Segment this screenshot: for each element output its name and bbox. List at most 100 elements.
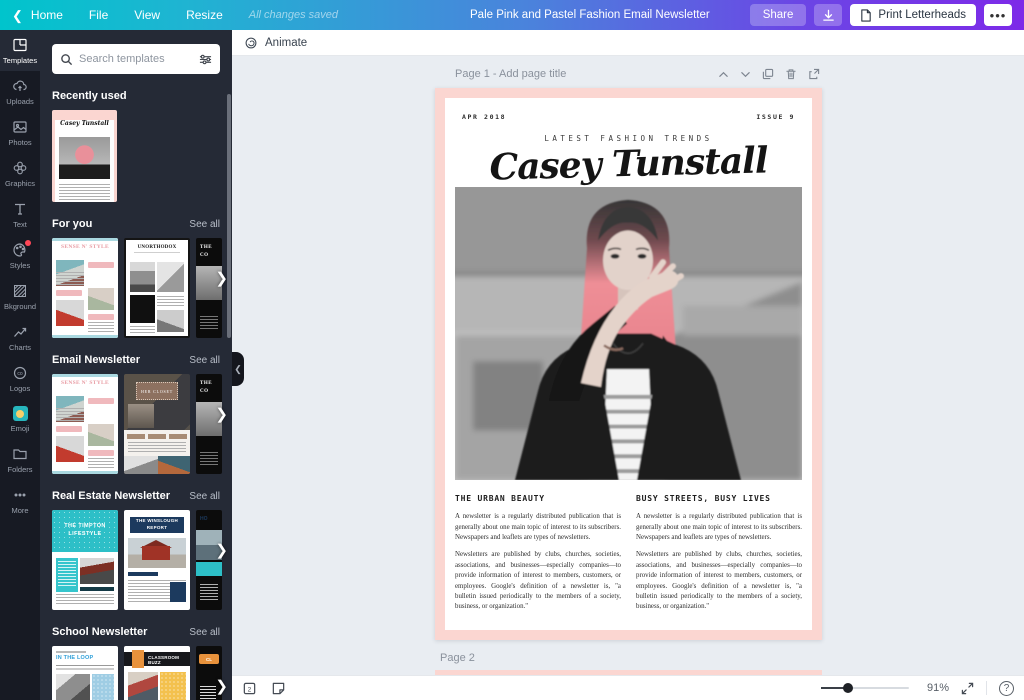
sidebar-item-text[interactable]: Text: [0, 194, 40, 235]
design-canvas[interactable]: Page 1 - Add page title APR 2018 ISSUE 9…: [232, 56, 1024, 675]
template-thumbnail-in-the-loop[interactable]: IN THE LOOP: [52, 646, 118, 700]
carousel-next-icon[interactable]: ❯: [215, 541, 228, 559]
add-page-icon[interactable]: [808, 68, 820, 80]
back-chevron-icon: ❮: [12, 9, 23, 22]
page1-design[interactable]: APR 2018 ISSUE 9 LATEST FASHION TRENDS C…: [435, 88, 822, 640]
section-school-newsletter: School Newsletter See all IN THE LOOP CL…: [40, 626, 232, 700]
newsletter-article-right[interactable]: BUSY STREETS, BUSY LIVES A newsletter is…: [636, 494, 802, 619]
section-email-newsletter: Email Newsletter See all SENSE N' STYLE …: [40, 354, 232, 474]
section-title: Real Estate Newsletter: [52, 490, 170, 502]
article-heading: BUSY STREETS, BUSY LIVES: [636, 494, 802, 503]
thumb-title: UNORTHODOX: [126, 245, 188, 250]
template-thumbnail-unorthodox[interactable]: UNORTHODOX: [124, 238, 190, 338]
see-all-link[interactable]: See all: [189, 219, 220, 230]
thumb-title: THE CO: [200, 380, 222, 396]
rail-label: Charts: [9, 343, 31, 352]
help-button[interactable]: ?: [999, 681, 1014, 696]
sidebar-item-folders[interactable]: Folders: [0, 439, 40, 480]
menu-view[interactable]: View: [134, 8, 160, 22]
home-label: Home: [31, 8, 63, 22]
carousel-next-icon[interactable]: ❯: [215, 269, 228, 287]
move-page-up-icon[interactable]: [718, 69, 729, 80]
object-panel-rail: Templates Uploads Photos Graphics Text S…: [0, 30, 40, 700]
template-thumbnail-the-co[interactable]: THE CO: [196, 374, 222, 474]
download-button[interactable]: [814, 4, 842, 26]
template-thumbnail-casey-tunstall[interactable]: Casey Tunstall: [52, 110, 117, 202]
sidebar-item-logos[interactable]: co Logos: [0, 358, 40, 399]
menu-resize[interactable]: Resize: [186, 8, 223, 22]
template-thumbnail-the-co[interactable]: THE CO: [196, 238, 222, 338]
menu-file[interactable]: File: [89, 8, 108, 22]
template-thumbnail-sense-n-style[interactable]: SENSE N' STYLE: [52, 238, 118, 338]
page2-design[interactable]: [435, 670, 822, 675]
newsletter-article-left[interactable]: THE URBAN BEAUTY A newsletter is a regul…: [455, 494, 621, 619]
home-button[interactable]: ❮ Home: [12, 8, 63, 22]
delete-page-icon[interactable]: [785, 68, 797, 80]
page2-header[interactable]: Page 2: [440, 652, 475, 664]
newsletter-photo[interactable]: [455, 187, 802, 480]
panel-collapse-handle[interactable]: ❮: [232, 352, 244, 386]
search-input[interactable]: [79, 53, 193, 65]
move-page-down-icon[interactable]: [740, 69, 751, 80]
graphics-icon: [12, 160, 28, 176]
template-thumbnail-real-estate[interactable]: HO: [196, 510, 222, 610]
carousel-next-icon[interactable]: ❯: [215, 405, 228, 423]
fullscreen-button[interactable]: [961, 682, 974, 695]
template-thumbnail-her-closet[interactable]: HER CLOSET: [124, 374, 190, 474]
print-letterheads-label: Print Letterheads: [878, 9, 966, 21]
filter-icon[interactable]: [199, 53, 212, 66]
sidebar-item-templates[interactable]: Templates: [0, 30, 40, 71]
zoom-slider[interactable]: [821, 687, 909, 689]
text-icon: [12, 201, 28, 217]
animate-button[interactable]: Animate: [244, 36, 307, 50]
rail-label: Uploads: [6, 97, 34, 106]
sidebar-item-graphics[interactable]: Graphics: [0, 153, 40, 194]
rail-label: Logos: [10, 384, 30, 393]
thumb-title: SENSE N' STYLE: [52, 244, 118, 250]
sidebar-item-uploads[interactable]: Uploads: [0, 71, 40, 112]
article-heading: THE URBAN BEAUTY: [455, 494, 621, 503]
page-title-field[interactable]: Page 1 - Add page title: [455, 68, 566, 80]
sidebar-item-background[interactable]: Bkground: [0, 276, 40, 317]
sidebar-item-more[interactable]: More: [0, 480, 40, 521]
newsletter-title[interactable]: Casey Tunstall: [455, 139, 803, 189]
editor-toolbar: Animate: [232, 30, 1024, 56]
newsletter-date[interactable]: APR 2018: [462, 113, 506, 121]
newsletter-issue[interactable]: ISSUE 9: [756, 113, 795, 121]
print-letterheads-button[interactable]: Print Letterheads: [850, 4, 976, 26]
document-title[interactable]: Pale Pink and Pastel Fashion Email Newsl…: [470, 9, 710, 21]
sidebar-item-styles[interactable]: Styles: [0, 235, 40, 276]
charts-icon: [12, 324, 28, 340]
zoom-slider-knob[interactable]: [843, 683, 853, 693]
rail-label: Emoji: [11, 424, 30, 433]
duplicate-page-icon[interactable]: [762, 68, 774, 80]
see-all-link[interactable]: See all: [189, 355, 220, 366]
sidebar-item-charts[interactable]: Charts: [0, 317, 40, 358]
share-button[interactable]: Share: [750, 4, 807, 26]
thumb-photo: [59, 137, 110, 179]
template-thumbnail-classroom-buzz[interactable]: CLASSROOM BUZZ: [124, 646, 190, 700]
notes-button[interactable]: [271, 681, 286, 696]
page-manager-button[interactable]: 2: [242, 681, 257, 696]
rail-label: Styles: [10, 261, 30, 270]
article-paragraph: Newsletters are published by clubs, chur…: [636, 550, 802, 612]
template-thumbnail-winslough-report[interactable]: THE WINSLOUGH REPORT: [124, 510, 190, 610]
more-options-button[interactable]: •••: [984, 4, 1012, 26]
see-all-link[interactable]: See all: [189, 627, 220, 638]
sidebar-item-emoji[interactable]: Emoji: [0, 399, 40, 439]
top-bar: ❮ Home File View Resize All changes save…: [0, 0, 1024, 30]
document-icon: [860, 9, 872, 22]
download-icon: [822, 9, 835, 22]
share-label: Share: [763, 9, 794, 21]
see-all-link[interactable]: See all: [189, 491, 220, 502]
emoji-icon: [13, 406, 28, 421]
uploads-cloud-icon: [12, 78, 28, 94]
thumb-title: THE WINSLOUGH REPORT: [130, 517, 184, 533]
template-thumbnail-timpton-lifestyle[interactable]: THE TIMPTON LIFESTYLE: [52, 510, 118, 610]
panel-scrollbar[interactable]: [227, 94, 231, 338]
thumb-title: Casey Tunstall: [55, 120, 114, 127]
notification-badge: [25, 240, 31, 246]
template-thumbnail-sense-n-style[interactable]: SENSE N' STYLE: [52, 374, 118, 474]
carousel-next-icon[interactable]: ❯: [215, 677, 228, 695]
sidebar-item-photos[interactable]: Photos: [0, 112, 40, 153]
